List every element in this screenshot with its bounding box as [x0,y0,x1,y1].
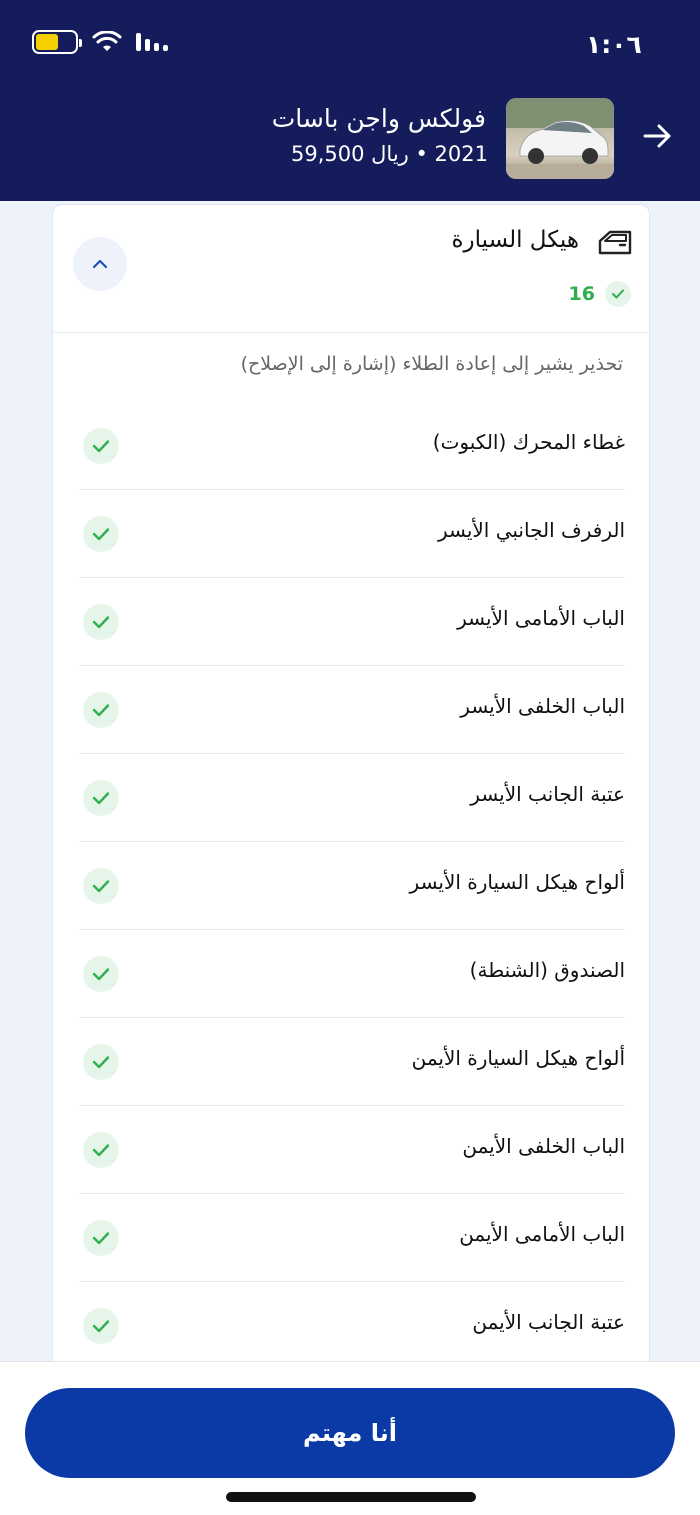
check-icon [83,428,119,464]
check-icon [83,1220,119,1256]
check-icon [605,281,631,307]
passed-count: 16 [569,281,631,307]
body-section-card: هيكل السيارة 16 تحذير يشير إلى إعادة الط… [52,204,650,1364]
status-time: ١:٠٦ [586,30,642,59]
item-label: عتبة الجانب الأيسر [470,782,625,806]
list-item: الصندوق (الشنطة) [79,930,625,1018]
list-item: الباب الأمامى الأيسر [79,578,625,666]
back-button[interactable] [640,118,676,154]
car-thumbnail[interactable] [506,98,614,179]
list-item: ألواح هيكل السيارة الأيسر [79,842,625,930]
car-title: فولكس واجن باسات [271,104,486,133]
list-item: غطاء المحرك (الكبوت) [79,402,625,490]
car-year-price: 2021 • ريال 59,500 [291,142,488,166]
arrow-right-icon [643,124,671,148]
battery-icon [32,30,82,54]
list-item: الباب الخلفى الأيسر [79,666,625,754]
check-icon [83,1132,119,1168]
section-title: هيكل السيارة [451,227,579,253]
check-icon [83,516,119,552]
check-icon [83,956,119,992]
top-header: ١:٠٦ فولكس واجن باسات 2021 • ريال 59,500 [0,0,700,201]
check-icon [83,1308,119,1344]
home-indicator [226,1492,476,1502]
item-label: غطاء المحرك (الكبوت) [432,430,625,454]
item-label: الباب الأمامى الأيسر [457,606,625,630]
item-label: الباب الخلفى الأيمن [462,1134,625,1158]
car-door-icon [597,229,633,261]
list-item: عتبة الجانب الأيمن [79,1282,625,1363]
item-label: ألواح هيكل السيارة الأيسر [409,870,625,894]
item-label: الباب الخلفى الأيسر [460,694,625,718]
section-header[interactable]: هيكل السيارة 16 [53,205,649,333]
item-label: الرفرف الجانبي الأيسر [437,518,625,542]
list-item: ألواح هيكل السيارة الأيمن [79,1018,625,1106]
list-item: الباب الخلفى الأيمن [79,1106,625,1194]
item-label: ألواح هيكل السيارة الأيمن [411,1046,625,1070]
item-label: الباب الأمامى الأيمن [459,1222,625,1246]
wifi-icon [92,31,122,53]
passed-count-value: 16 [568,283,595,305]
cellular-signal-icon [136,31,168,53]
collapse-button[interactable] [73,237,127,291]
check-icon [83,604,119,640]
inspection-list: غطاء المحرك (الكبوت) الرفرف الجانبي الأي… [79,402,625,1363]
check-icon [83,868,119,904]
list-item: الباب الأمامى الأيمن [79,1194,625,1282]
list-item: عتبة الجانب الأيسر [79,754,625,842]
item-label: عتبة الجانب الأيمن [472,1310,625,1334]
chevron-up-icon [92,259,108,269]
check-icon [83,692,119,728]
list-item: الرفرف الجانبي الأيسر [79,490,625,578]
repaint-warning-note: تحذير يشير إلى إعادة الطلاء (إشارة إلى ا… [240,353,623,375]
interested-button[interactable]: أنا مهتم [25,1388,675,1478]
item-label: الصندوق (الشنطة) [469,958,625,982]
bottom-bar: أنا مهتم [0,1361,700,1515]
status-icons [32,30,168,54]
check-icon [83,780,119,816]
check-icon [83,1044,119,1080]
